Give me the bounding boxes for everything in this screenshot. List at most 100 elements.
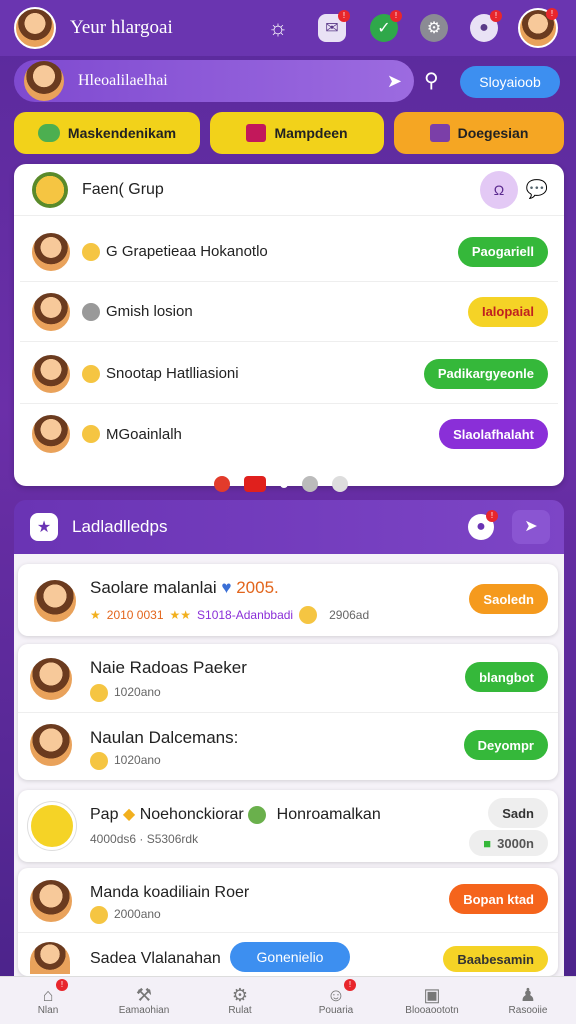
row-name: G Grapetieaa Hokanotlo xyxy=(106,243,268,260)
share-icon[interactable]: ➤ xyxy=(512,510,550,544)
row-avatar xyxy=(30,290,72,333)
row-avatar xyxy=(28,656,74,702)
nav-tools[interactable]: ⚒ Eamaohian xyxy=(96,977,192,1024)
row-name: Snootap Hatlliasioni xyxy=(106,365,239,382)
row-action-button[interactable]: Padikargyeonle xyxy=(423,358,548,389)
headset-icon[interactable]: ☼ xyxy=(264,14,292,42)
coin-icon xyxy=(248,805,267,824)
group-mascot-icon xyxy=(32,171,68,208)
row-sub: 2000ano xyxy=(114,907,161,922)
user-icon: ☺ xyxy=(326,985,346,1005)
row-name2: Noehonckiorar xyxy=(139,806,244,823)
search-button[interactable]: Sloyaioob xyxy=(460,66,560,98)
row-action-button[interactable]: Saoledn xyxy=(469,584,548,614)
top-bar: Yeur hlargoai ☼ ✉! ✓! ⚙ ●! ! xyxy=(0,0,576,56)
smiley-icon xyxy=(82,242,100,261)
group-title: Faen( Grup xyxy=(82,180,164,198)
plus-icon: ■ xyxy=(483,835,492,851)
check-icon[interactable]: ✓! xyxy=(370,10,402,42)
nav-people[interactable]: ☺ Pouaria! xyxy=(288,977,384,1024)
smiley-icon xyxy=(90,752,108,770)
profile-avatar[interactable]: ! xyxy=(518,8,558,48)
trophy-icon xyxy=(28,802,76,850)
category-1[interactable]: Maskendenikam xyxy=(14,112,200,154)
row-avatar xyxy=(28,878,74,924)
row-extra: 2005. xyxy=(236,578,279,597)
row-sub: 4000ds6 · S5306rdk xyxy=(90,832,199,846)
row-avatar xyxy=(28,722,74,768)
row-action-button[interactable]: Sadn xyxy=(488,798,548,828)
row-action-button[interactable]: Bopan ktad xyxy=(449,884,548,914)
heart-icon: ♥ xyxy=(221,578,232,597)
leaderboard-icon: ★ xyxy=(30,513,58,541)
group-badge-button[interactable]: Ω xyxy=(480,170,518,209)
mascot-icon xyxy=(24,61,64,101)
leaderboard-group: Manda koadiliain Roer 2000ano Bopan ktad… xyxy=(18,868,558,976)
row-name: Naulan Dalcemans: xyxy=(90,728,239,747)
search-label: Hleoalilaelhai xyxy=(78,72,168,89)
row-avatar xyxy=(30,352,72,395)
row-action-button[interactable]: Deyompr xyxy=(463,730,548,760)
row-action-button[interactable]: Paogariell xyxy=(457,236,548,267)
box-icon: ▣ xyxy=(423,985,441,1005)
row-sub: 2010 0031 xyxy=(106,608,164,622)
smiley-icon xyxy=(90,684,108,702)
settings-icon[interactable]: ⚙ xyxy=(420,14,448,42)
row-action-button[interactable]: Slaolafhalaht xyxy=(439,419,548,449)
row-action-button[interactable]: Baabesamin xyxy=(443,946,548,972)
mail-icon[interactable]: ✉! xyxy=(318,10,350,42)
row-name: Pap xyxy=(90,806,119,823)
search-bar[interactable]: Hleoalilaelhai ➤ xyxy=(14,60,414,102)
row-action-button[interactable]: Ialopaial xyxy=(467,296,548,327)
group-row[interactable]: MGoainlalh Slaolafhalaht xyxy=(20,404,558,464)
profile-icon: ♟ xyxy=(519,985,537,1005)
coin-icon xyxy=(82,302,100,321)
row-secondary-button[interactable]: ■ 3000n xyxy=(469,830,548,856)
group-card: Faen( Grup Ω 💬 G Grapetieaa Hokanotlo Pa… xyxy=(14,164,564,486)
frog-icon xyxy=(37,124,60,142)
chat-icon[interactable]: 💬 xyxy=(526,179,548,200)
star-icon: ★ xyxy=(90,608,101,622)
user-avatar[interactable] xyxy=(14,7,56,49)
game-icon[interactable]: ●! xyxy=(470,10,502,42)
notify-icon[interactable]: ●! xyxy=(468,510,498,540)
row-action-button[interactable]: blangbot xyxy=(465,662,548,692)
group-header: Faen( Grup Ω 💬 xyxy=(14,164,564,216)
row-name: MGoainlalh xyxy=(106,425,182,443)
home-icon: ⌂ xyxy=(42,985,54,1005)
diamond-icon: ◆ xyxy=(122,806,136,823)
magnifier-icon[interactable]: ⚲ xyxy=(424,68,439,93)
nav-rulat[interactable]: ⚙ Rulat xyxy=(192,977,288,1024)
tools-icon: ⚙ xyxy=(231,985,249,1005)
nav-home[interactable]: ⌂ Nlan! xyxy=(0,977,96,1024)
gift-icon xyxy=(246,124,267,142)
leaderboard-row[interactable]: Saolare malanlai ♥ 2005. ★ 2010 0031 ★★ … xyxy=(18,564,558,636)
row-avatar xyxy=(32,578,78,624)
row-name: Manda koadiliain Roer xyxy=(90,884,250,901)
row-avatar xyxy=(30,413,72,455)
page-indicator[interactable] xyxy=(214,476,348,492)
row-avatar xyxy=(30,230,72,273)
rocket-icon[interactable]: ➤ xyxy=(387,71,402,92)
smiley-icon xyxy=(299,606,318,624)
group-row[interactable]: G Grapetieaa Hokanotlo Paogariell xyxy=(20,222,558,282)
row-name: Sadea Vlalanahan xyxy=(90,950,221,967)
smiley-icon xyxy=(82,364,100,383)
wrench-icon: ⚒ xyxy=(135,985,153,1005)
row-name: Naie Radoas Paeker xyxy=(90,658,247,677)
group-row[interactable]: Gmish losion Ialopaial xyxy=(20,282,558,342)
nav-profile[interactable]: ♟ Rasooiie xyxy=(480,977,576,1024)
category-2[interactable]: Mampdeen xyxy=(210,112,384,154)
star-icon: ★★ xyxy=(169,608,192,622)
row-tag[interactable]: Gonenielio xyxy=(230,942,350,972)
leaderboard-row[interactable]: Pap ◆ Noehonckiorar Honroamalkan 4000ds6… xyxy=(18,790,558,862)
nav-box[interactable]: ▣ Blooaoototn xyxy=(384,977,480,1024)
smiley-icon xyxy=(90,906,108,924)
app-title: Yeur hlargoai xyxy=(70,17,173,38)
category-3[interactable]: Doegesian xyxy=(394,112,564,154)
leaderboard-group: Naie Radoas Paeker 1020ano blangbot Naul… xyxy=(18,644,558,780)
row-sub: 1020ano xyxy=(114,685,161,700)
row-name3: Honroamalkan xyxy=(276,806,381,823)
row-sub: 1020ano xyxy=(114,753,161,768)
group-row[interactable]: Snootap Hatlliasioni Padikargyeonle xyxy=(20,344,558,404)
